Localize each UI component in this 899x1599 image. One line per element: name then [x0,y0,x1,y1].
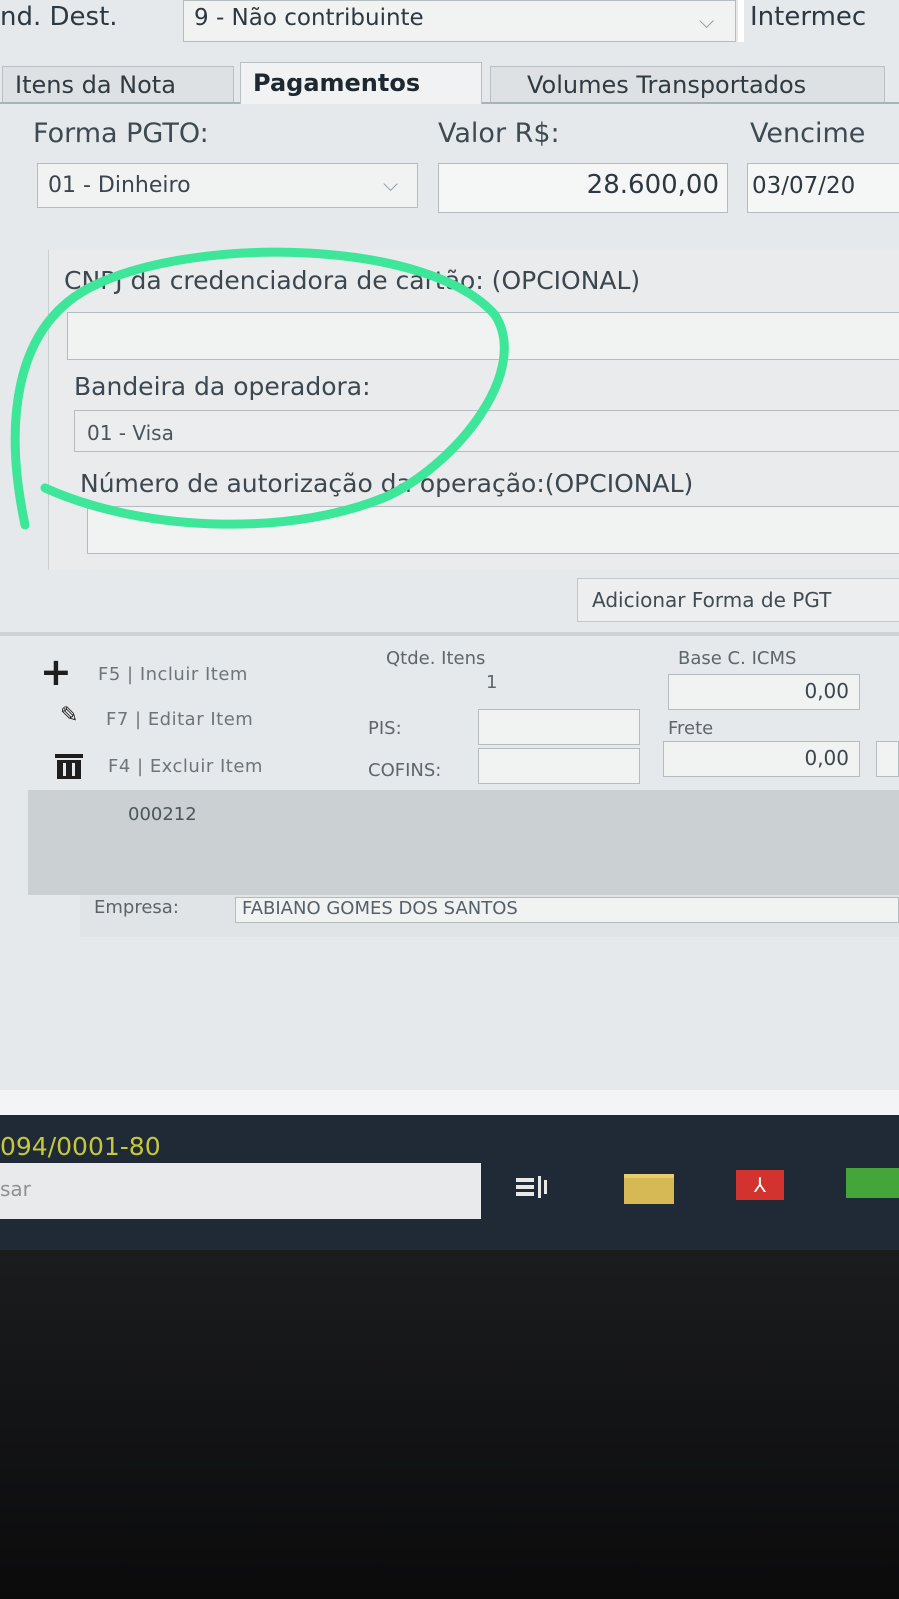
company-label: Empresa: [94,897,179,918]
monitor-bezel [0,1250,899,1599]
items-grid: 000212 [28,790,899,895]
pdf-reader-icon[interactable]: ⅄ [736,1170,784,1200]
pencil-icon: ✎ [60,703,79,728]
chevron-down-icon: ⌵ [699,9,715,33]
ind-dest-value: 9 - Não contribuinte [194,5,424,31]
frete-value: 0,00 [804,746,849,770]
annotation-circle [10,247,509,530]
divider [738,0,744,42]
cofins-input[interactable] [478,748,640,784]
intermed-label: Intermec [750,2,867,32]
company-bar: Empresa: FABIANO GOMES DOS SANTOS [80,895,899,937]
tab-pagamentos[interactable]: Pagamentos [240,62,482,104]
include-item-label: F5 | Incluir Item [98,664,248,685]
vencimento-value: 03/07/20 [752,173,856,199]
search-placeholder: sar [0,1177,31,1201]
valor-value: 28.600,00 [586,170,719,200]
vencimento-label: Vencime [750,118,866,149]
frete-input[interactable]: 0,00 [663,741,860,777]
cofins-label: COFINS: [368,760,442,781]
pis-input[interactable] [478,709,640,745]
section-divider [0,632,899,636]
tab-bar: Itens da Nota Pagamentos Volumes Transpo… [0,62,899,104]
qtde-itens-label: Qtde. Itens [386,648,486,669]
grid-row-code: 000212 [128,804,197,825]
valor-input[interactable]: 28.600,00 [438,163,728,213]
pis-label: PIS: [368,718,402,739]
base-icms-value: 0,00 [804,679,849,703]
vencimento-input[interactable]: 03/07/20 [747,163,899,213]
add-forma-pgto-label: Adicionar Forma de PGT [592,588,832,612]
ind-dest-select[interactable]: 9 - Não contribuinte ⌵ [183,0,736,42]
delete-item-label: F4 | Excluir Item [108,756,263,777]
base-icms-input[interactable]: 0,00 [668,674,860,710]
tab-label: Volumes Transportados [527,71,807,99]
extra-field-edge[interactable] [876,741,899,777]
company-value: FABIANO GOMES DOS SANTOS [242,898,518,919]
ind-dest-label: nd. Dest. [0,2,118,32]
task-view-icon[interactable] [514,1174,550,1204]
forma-pgto-value: 01 - Dinheiro [48,173,191,198]
tab-volumes-transportados[interactable]: Volumes Transportados [490,66,885,102]
screen: nd. Dest. 9 - Não contribuinte ⌵ Interme… [0,0,899,1270]
forma-pgto-label: Forma PGTO: [33,118,209,149]
tab-label: Itens da Nota [15,71,176,99]
tab-itens-da-nota[interactable]: Itens da Nota [2,66,234,102]
file-explorer-icon[interactable] [624,1174,674,1204]
excel-icon[interactable] [846,1168,899,1198]
valor-label: Valor R$: [438,118,560,149]
forma-pgto-select[interactable]: 01 - Dinheiro ⌵ [37,163,418,208]
app-window: nd. Dest. 9 - Não contribuinte ⌵ Interme… [0,0,899,1115]
chevron-down-icon: ⌵ [383,172,399,196]
trash-icon [55,754,83,779]
base-icms-label: Base C. ICMS [678,648,797,669]
cnpj-status: 094/0001-80 [0,1132,161,1161]
plus-icon: + [40,650,72,694]
taskbar-search-input[interactable]: sar [0,1163,481,1219]
add-forma-pgto-button[interactable]: Adicionar Forma de PGT [577,578,899,622]
qtde-itens-value: 1 [486,672,498,693]
frete-label: Frete [668,718,714,739]
tab-label: Pagamentos [253,69,421,97]
window-border [0,1090,899,1115]
edit-item-label: F7 | Editar Item [106,709,254,730]
company-field: FABIANO GOMES DOS SANTOS [235,897,899,923]
